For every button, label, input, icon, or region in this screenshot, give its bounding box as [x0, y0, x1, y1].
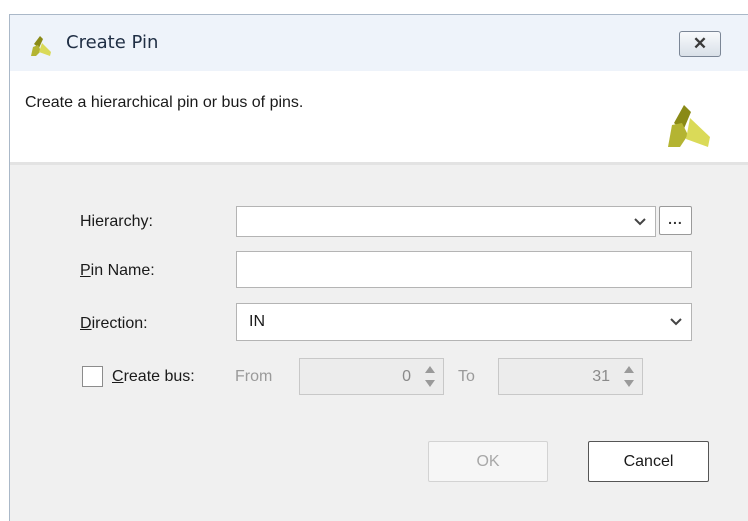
window-title: Create Pin [66, 32, 159, 53]
pin-name-input[interactable] [236, 251, 692, 288]
close-icon: ✕ [692, 34, 708, 53]
browse-button[interactable]: ... [659, 206, 692, 235]
direction-select[interactable]: IN [236, 303, 692, 341]
pin-name-label: Pin Name: [80, 262, 155, 279]
from-value: 0 [402, 368, 411, 385]
from-label: From [235, 368, 273, 385]
hierarchy-label: Hierarchy: [80, 213, 153, 230]
to-spinner[interactable]: 31 [498, 358, 643, 395]
vendor-logo-icon [668, 105, 710, 147]
create-bus-label[interactable]: Create bus: [112, 368, 195, 386]
chevron-down-icon [634, 217, 646, 225]
to-label: To [458, 368, 475, 385]
hierarchy-combo[interactable] [236, 206, 656, 237]
app-logo-icon [31, 36, 51, 56]
create-bus-checkbox[interactable] [82, 366, 103, 387]
chevron-down-icon [670, 318, 682, 326]
from-spinner[interactable]: 0 [299, 358, 444, 395]
cancel-button[interactable]: Cancel [588, 441, 709, 482]
direction-value: IN [249, 313, 265, 330]
ok-button[interactable]: OK [428, 441, 548, 482]
direction-label: Direction: [80, 315, 148, 332]
dialog-banner: Create a hierarchical pin or bus of pins… [10, 71, 748, 165]
to-value: 31 [592, 368, 610, 385]
close-button[interactable]: ✕ [679, 31, 721, 57]
spinner-arrows-icon [624, 366, 634, 387]
title-bar: Create Pin ✕ [10, 15, 748, 71]
create-pin-dialog: Create Pin ✕ Create a hierarchical pin o… [9, 14, 748, 521]
spinner-arrows-icon [425, 366, 435, 387]
dialog-description: Create a hierarchical pin or bus of pins… [25, 94, 304, 111]
